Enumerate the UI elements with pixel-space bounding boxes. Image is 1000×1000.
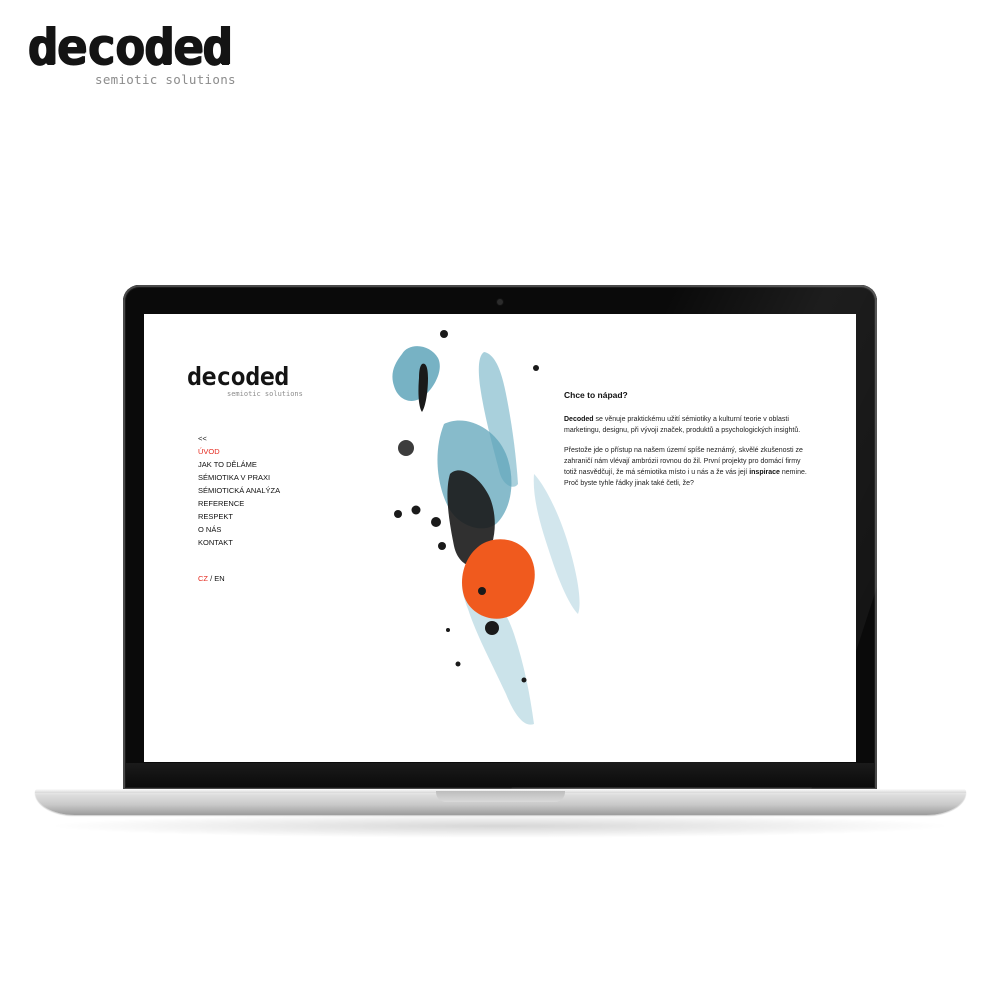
ink-droplet: [411, 505, 421, 515]
intro-content: Chce to nápad? Decoded se věnuje praktic…: [564, 390, 814, 498]
nav-item-respekt[interactable]: RESPEKT: [198, 510, 280, 523]
intro-inspirace: inspirace: [749, 469, 780, 476]
brand-logo-wordmark: decoded: [28, 18, 233, 76]
intro-brand-name: Decoded: [564, 416, 594, 423]
laptop-lid: decoded semiotic solutions << ÚVOD JAK T…: [123, 285, 877, 790]
language-en-link[interactable]: EN: [214, 574, 224, 583]
laptop-screen: decoded semiotic solutions << ÚVOD JAK T…: [144, 314, 856, 762]
site-logo-wordmark: decoded: [187, 362, 289, 391]
intro-paragraph-1-text: se věnuje praktickému užití sémiotiky a …: [564, 416, 801, 434]
ink-droplet: [455, 661, 461, 667]
site-logo[interactable]: decoded semiotic solutions: [187, 364, 327, 408]
intro-heading: Chce to nápad?: [564, 390, 628, 400]
ink-droplet: [478, 587, 486, 595]
brand-logo-tagline: semiotic solutions: [95, 72, 236, 87]
ink-droplet: [521, 677, 527, 683]
language-switch: CZ / EN: [198, 574, 225, 583]
camera-icon: [497, 299, 503, 305]
ink-droplet: [438, 542, 446, 550]
blue-splash-top: [392, 346, 440, 401]
ink-droplet: [446, 628, 450, 632]
intro-paragraph-1: Decoded se věnuje praktickému užití sémi…: [564, 414, 814, 436]
ink-droplet: [533, 365, 539, 371]
site-nav: << ÚVOD JAK TO DĚLÁME SÉMIOTIKA V PRAXI …: [198, 432, 280, 549]
nav-item-kontakt[interactable]: KONTAKT: [198, 536, 280, 549]
language-cz-link[interactable]: CZ: [198, 574, 208, 583]
ink-droplet: [398, 440, 414, 456]
nav-item-o-nas[interactable]: O NÁS: [198, 523, 280, 536]
nav-item-semiotika-v-praxi[interactable]: SÉMIOTIKA V PRAXI: [198, 471, 280, 484]
bezel-bottom: [126, 763, 874, 787]
brand-logo: decoded semiotic solutions: [28, 22, 258, 92]
laptop-opening-notch: [436, 791, 565, 802]
black-ink-drip: [418, 363, 428, 412]
nav-item-reference[interactable]: REFERENCE: [198, 497, 280, 510]
ink-droplet: [431, 517, 441, 527]
ink-droplet: [440, 330, 448, 338]
nav-back-link[interactable]: <<: [198, 432, 280, 445]
laptop-shadow: [45, 814, 955, 838]
ink-droplet: [394, 510, 402, 518]
ink-splash-illustration: [392, 330, 580, 725]
laptop-base: [35, 789, 966, 815]
intro-paragraph-2: Přestože jde o přístup na našem území sp…: [564, 445, 814, 489]
nav-item-uvod[interactable]: ÚVOD: [198, 445, 280, 458]
nav-item-semioticka-analyza[interactable]: SÉMIOTICKÁ ANALÝZA: [198, 484, 280, 497]
ink-droplet: [485, 621, 499, 635]
nav-item-jak-to-delame[interactable]: JAK TO DĚLÁME: [198, 458, 280, 471]
site-logo-tagline: semiotic solutions: [227, 390, 303, 398]
